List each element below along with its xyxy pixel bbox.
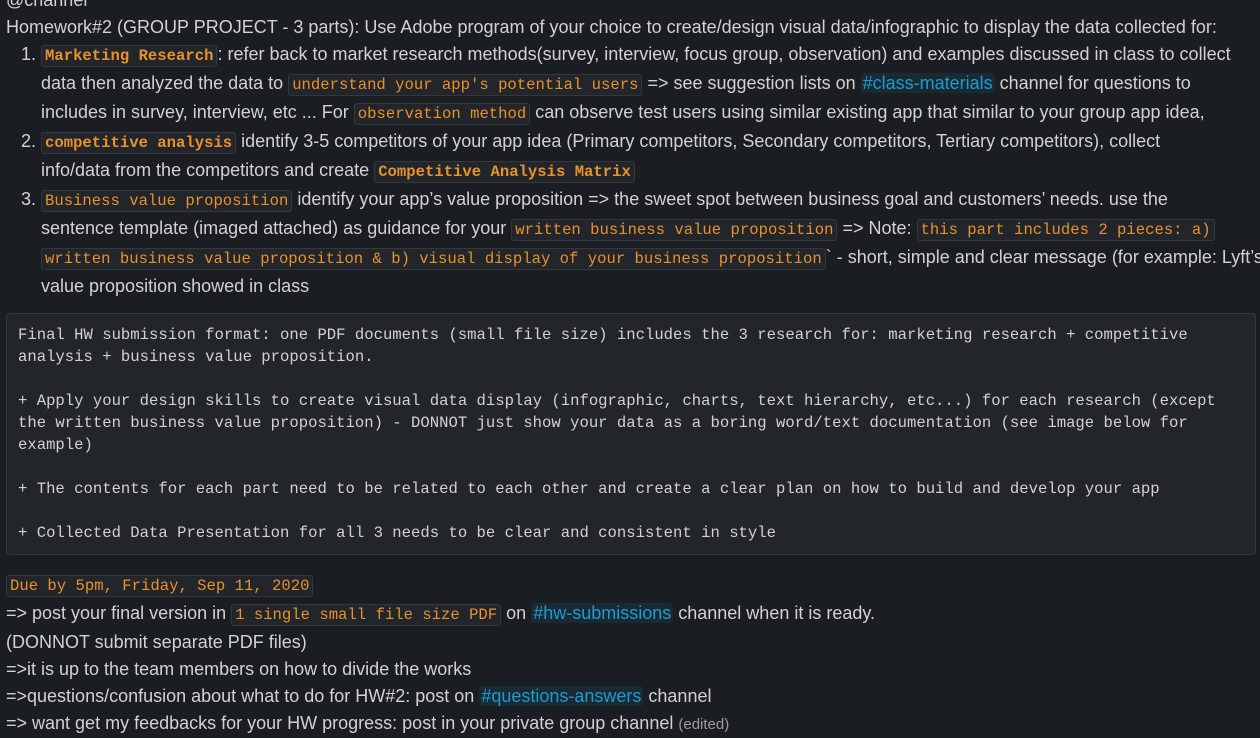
list-item: competitive analysis identify 3-5 compet…	[41, 128, 1256, 186]
code-line: + Apply your design skills to create vis…	[18, 392, 1226, 454]
inline-code: competitive analysis	[41, 132, 237, 154]
post-text: channel when it is ready.	[673, 603, 876, 623]
inline-code: written business value proposition	[511, 219, 838, 241]
divide-note: =>it is up to the team members on how to…	[6, 659, 472, 679]
item-text: value proposition showed in class	[41, 276, 310, 296]
item-text: identify 3-5 competitors of your app ide…	[236, 131, 1161, 151]
edited-label: (edited)	[678, 716, 730, 733]
inline-code: Business value proposition	[41, 190, 293, 212]
questions-text: channel	[643, 686, 712, 706]
questions-text: =>questions/confusion about what to do f…	[6, 686, 480, 706]
item-text: channel for questions to	[994, 73, 1191, 93]
item-text: data then analyzed the data to	[41, 73, 289, 93]
channel-link-questions-answers[interactable]: #questions-answers	[479, 686, 644, 706]
post-text: on	[501, 603, 532, 623]
code-line: + Collected Data Presentation for all 3 …	[18, 524, 776, 542]
inline-code: understand your app's potential users	[288, 74, 643, 96]
homework-intro: Homework#2 (GROUP PROJECT - 3 parts): Us…	[6, 17, 1217, 37]
inline-code: Marketing Research	[41, 45, 218, 67]
inline-code: this part includes 2 pieces: a)	[916, 219, 1215, 241]
item-text: includes in survey, interview, etc ... F…	[41, 102, 354, 122]
item-text: can observe test users using similar exi…	[530, 102, 1205, 122]
code-line: Final HW submission format: one PDF docu…	[18, 326, 1198, 366]
item-text: => Note:	[837, 218, 917, 238]
item-text: sentence template (imaged attached) as g…	[41, 218, 512, 238]
item-text: identify your app’s value proposition =>…	[292, 189, 1168, 209]
item-text: => see suggestion lists on	[642, 73, 861, 93]
due-date: Due by 5pm, Friday, Sep 11, 2020	[6, 575, 314, 597]
code-line: + The contents for each part need to be …	[18, 480, 1160, 498]
channel-mention[interactable]: @channel	[6, 0, 1256, 14]
item-text: ` - short, simple and clear message (for…	[825, 247, 1260, 267]
item-text: : refer back to market research methods(…	[217, 44, 1231, 64]
separate-note: (DONNOT submit separate PDF files)	[6, 632, 307, 652]
list-item: Marketing Research: refer back to market…	[41, 41, 1256, 128]
message-body: @channel Homework#2 (GROUP PROJECT - 3 p…	[6, 0, 1260, 738]
inline-code: observation method	[353, 103, 531, 125]
feedback-note: => want get my feedbacks for your HW pro…	[6, 713, 674, 733]
inline-code: Competitive Analysis Matrix	[374, 161, 635, 183]
inline-code: written business value proposition & b) …	[41, 248, 826, 270]
post-text: => post your final version in	[6, 603, 232, 623]
inline-code: 1 single small file size PDF	[231, 604, 502, 626]
homework-parts-list: Marketing Research: refer back to market…	[6, 41, 1260, 300]
channel-link-class-materials[interactable]: #class-materials	[860, 73, 995, 93]
item-text: info/data from the competitors and creat…	[41, 160, 375, 180]
channel-link-hw-submissions[interactable]: #hw-submissions	[531, 603, 674, 623]
list-item: Business value proposition identify your…	[41, 186, 1260, 300]
code-block: Final HW submission format: one PDF docu…	[6, 313, 1256, 555]
